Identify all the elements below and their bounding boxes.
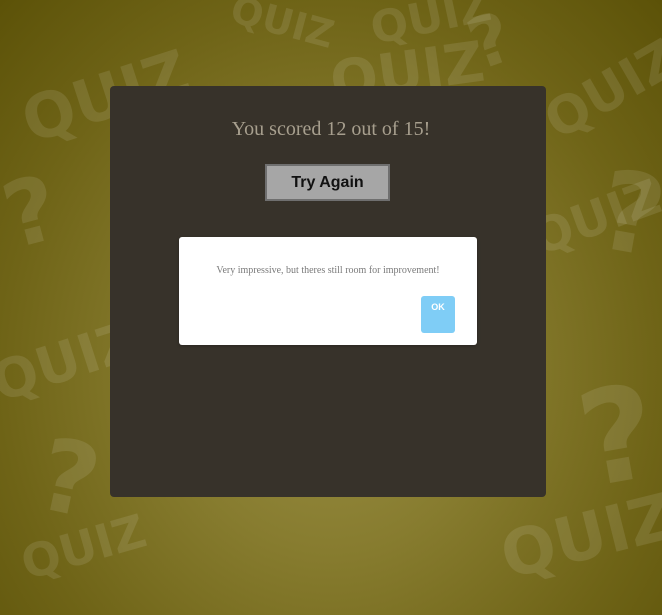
background-question-mark: ? xyxy=(0,155,70,270)
dialog-message: Very impressive, but theres still room f… xyxy=(216,265,440,276)
background-question-mark: ? xyxy=(589,145,662,283)
background-question-mark: ? xyxy=(457,0,524,87)
background-quiz-word: QUIZ xyxy=(15,503,152,591)
background-question-mark: ? xyxy=(567,354,662,518)
background-quiz-word: QUIZ xyxy=(226,0,339,57)
background-question-mark: ? xyxy=(28,415,110,542)
background-quiz-word: QUIZ xyxy=(366,0,496,56)
ok-button[interactable]: OK xyxy=(421,296,455,333)
try-again-button[interactable]: Try Again xyxy=(265,164,390,201)
alert-dialog: Very impressive, but theres still room f… xyxy=(179,237,477,345)
score-text: You scored 12 out of 15! xyxy=(231,118,431,140)
